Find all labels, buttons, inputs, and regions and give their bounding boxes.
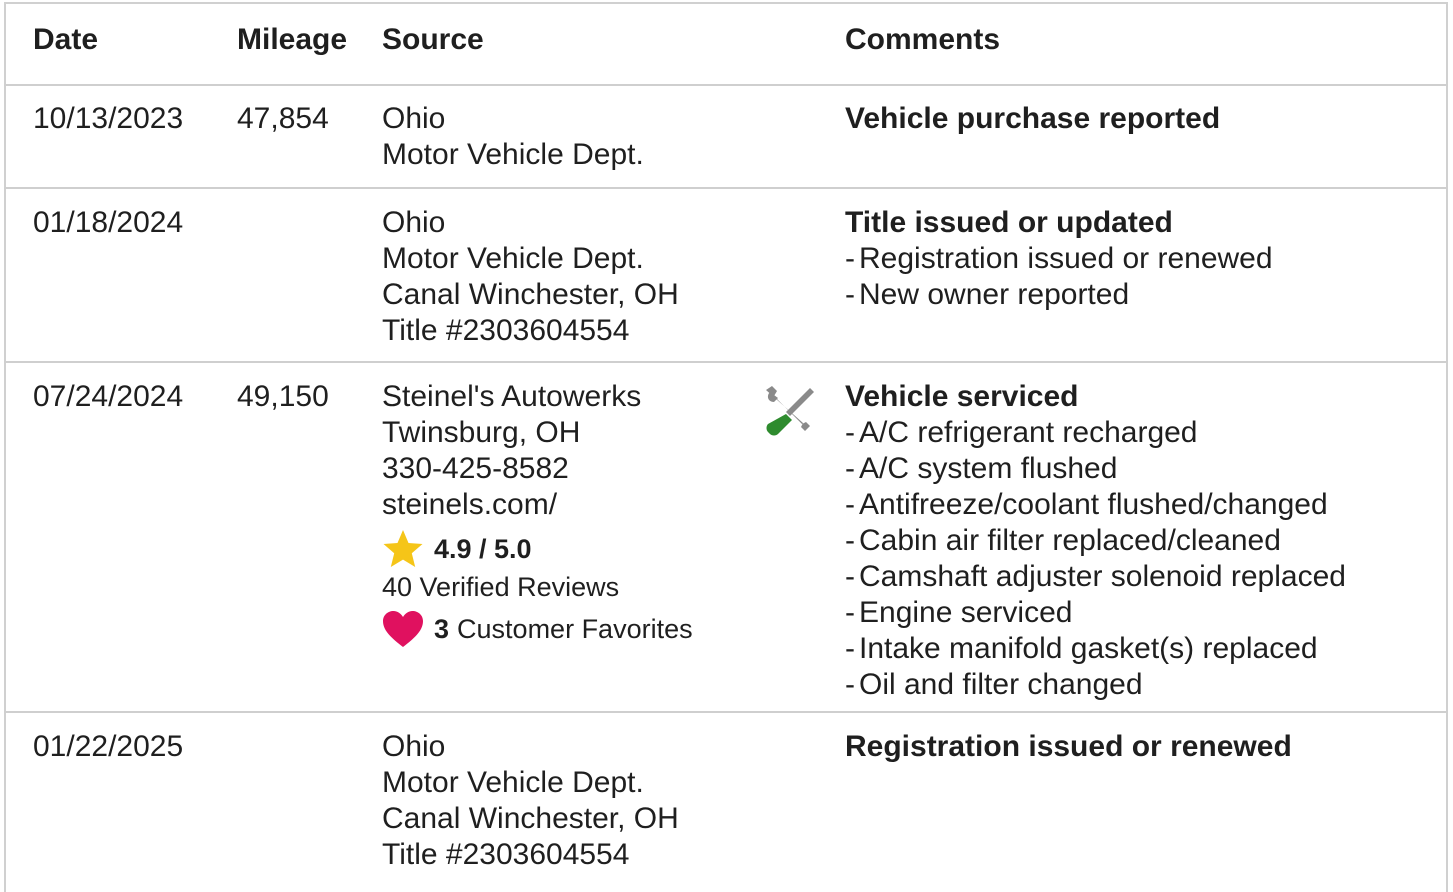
source-line: Motor Vehicle Dept. [382, 138, 644, 171]
header-mileage: Mileage [237, 23, 348, 56]
bullet-dash: - [845, 596, 855, 629]
row-divider [4, 711, 1448, 713]
heart-icon [383, 611, 423, 647]
shop-phone[interactable]: 330-425-8582 [382, 451, 693, 487]
rating-value: 4.9 / 5.0 [434, 534, 532, 564]
wrench-screwdriver-icon [766, 386, 814, 436]
row-source: Ohio Motor Vehicle Dept. [382, 101, 644, 173]
source-line: Title #2303604554 [382, 314, 630, 347]
favorites-label: Customer Favorites [457, 614, 693, 644]
row-date: 07/24/2024 [33, 380, 184, 413]
header-source: Source [382, 23, 484, 56]
customer-favorites: 3 Customer Favorites [382, 609, 693, 649]
bullet-dash: - [845, 416, 855, 449]
comment-item: - Registration issued or renewed [845, 242, 1273, 275]
bullet-dash: - [845, 524, 855, 557]
row-source: Ohio Motor Vehicle Dept. Canal Wincheste… [382, 729, 679, 873]
header-comments: Comments [845, 23, 1001, 56]
shop-location: Twinsburg, OH [382, 416, 581, 449]
comment-item: - New owner reported [845, 278, 1130, 311]
comment-item: - Engine serviced [845, 596, 1073, 629]
comment-item: - Intake manifold gasket(s) replaced [845, 632, 1318, 665]
row-source: Steinel's Autowerks Twinsburg, OH 330-42… [382, 379, 693, 649]
source-line: Canal Winchester, OH [382, 278, 679, 311]
star-icon [383, 530, 423, 567]
bullet-dash: - [845, 488, 855, 521]
row-date: 01/18/2024 [33, 206, 184, 239]
row-date: 10/13/2023 [33, 102, 184, 135]
shop-website-link[interactable]: steinels.com/ [382, 487, 693, 523]
comment-title: Vehicle serviced [845, 380, 1079, 413]
verified-reviews-link[interactable]: 40 Verified Reviews [382, 569, 693, 605]
source-line: Motor Vehicle Dept. [382, 766, 644, 799]
bullet-dash: - [845, 242, 855, 275]
row-source: Ohio Motor Vehicle Dept. Canal Wincheste… [382, 205, 679, 349]
bullet-dash: - [845, 560, 855, 593]
source-line: Canal Winchester, OH [382, 802, 679, 835]
comment-item: - Oil and filter changed [845, 668, 1143, 701]
comment-item: - Cabin air filter replaced/cleaned [845, 524, 1281, 557]
row-mileage: 49,150 [237, 380, 329, 413]
bullet-dash: - [845, 452, 855, 485]
source-line: Ohio [382, 730, 446, 763]
source-line: Motor Vehicle Dept. [382, 242, 644, 275]
row-comments: Title issued or updated - Registration is… [845, 205, 1273, 313]
row-mileage: 47,854 [237, 102, 329, 135]
row-comments: Vehicle serviced - A/C refrigerant rechar… [845, 379, 1346, 703]
comment-title: Vehicle purchase reported [845, 102, 1221, 135]
comment-item: - A/C refrigerant recharged [845, 416, 1198, 449]
bullet-dash: - [845, 632, 855, 665]
bullet-dash: - [845, 278, 855, 311]
row-date: 01/22/2025 [33, 730, 184, 763]
row-divider [4, 187, 1448, 189]
shop-name: Steinel's Autowerks [382, 380, 642, 413]
source-line: Title #2303604554 [382, 838, 630, 871]
comment-item: - Antifreeze/coolant flushed/changed [845, 488, 1328, 521]
row-comments: Vehicle purchase reported [845, 101, 1220, 137]
source-line: Ohio [382, 206, 446, 239]
row-divider [4, 361, 1448, 363]
comment-title: Title issued or updated [845, 206, 1173, 239]
bullet-dash: - [845, 668, 855, 701]
row-comments: Registration issued or renewed [845, 729, 1292, 765]
comment-item: - A/C system flushed [845, 452, 1118, 485]
shop-rating: 4.9 / 5.0 [382, 529, 693, 569]
comment-title: Registration issued or renewed [845, 730, 1292, 763]
source-line: Ohio [382, 102, 446, 135]
comment-item: - Camshaft adjuster solenoid replaced [845, 560, 1346, 593]
header-date: Date [33, 23, 99, 56]
row-divider [4, 84, 1448, 86]
favorites-count: 3 [434, 614, 450, 644]
